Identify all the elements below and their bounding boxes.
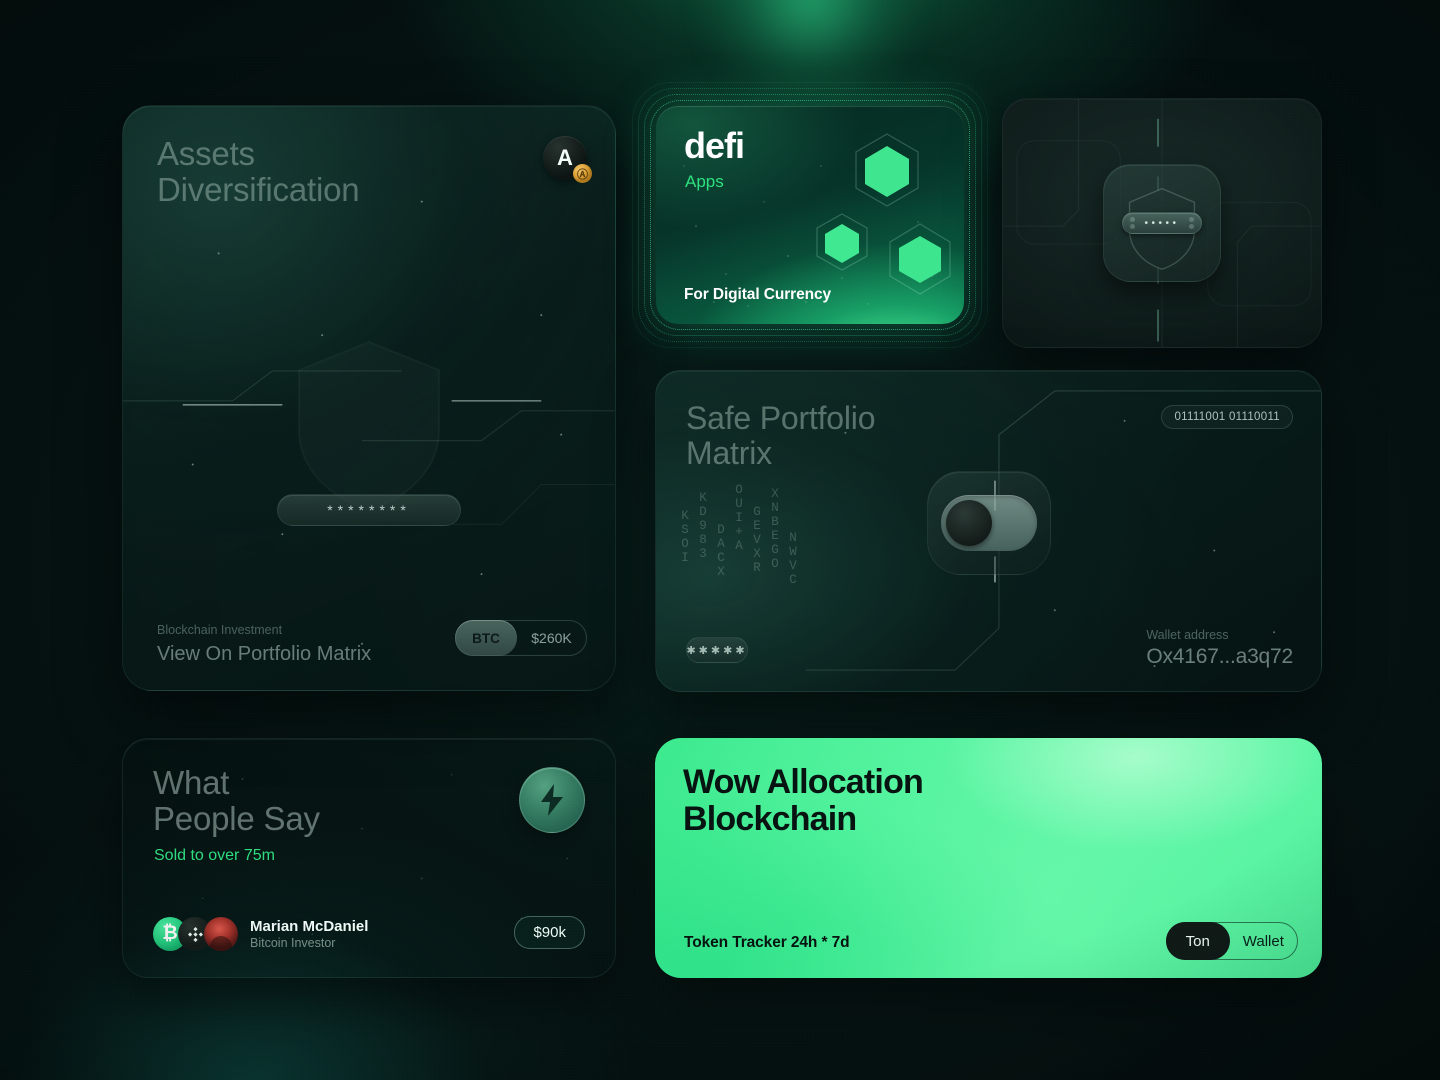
wallet-segment[interactable]: Wallet — [1230, 933, 1297, 950]
hardware-wallet-icon[interactable]: ••••• — [1103, 164, 1221, 282]
dashboard-canvas: Assets Diversification A Ⓐ ******** Bloc… — [0, 0, 1440, 1080]
defi-subtitle: Apps — [685, 172, 724, 191]
toggle-knob[interactable] — [945, 500, 992, 546]
ton-segment[interactable]: Ton — [1165, 922, 1230, 960]
badge-letter: A — [557, 145, 573, 170]
token-tracker-label: Token Tracker 24h * 7d — [684, 934, 850, 951]
assets-footer: Blockchain Investment View On Portfolio … — [157, 620, 587, 666]
security-toggle[interactable] — [940, 495, 1037, 551]
matrix-title: Safe Portfolio Matrix — [686, 400, 876, 472]
wallet-address-block: Wallet address Ox4167...a3q72 — [1146, 628, 1293, 669]
ton-wallet-toggle[interactable]: Ton Wallet — [1165, 922, 1298, 960]
rain-col: KD983 — [696, 491, 710, 561]
wow-title: Wow Allocation Blockchain — [683, 763, 924, 839]
sold-count-text: Sold to over 75m — [154, 847, 275, 864]
shield-watermark-icon — [298, 340, 440, 512]
security-toggle-housing — [926, 471, 1051, 575]
assets-diversification-card[interactable]: Assets Diversification A Ⓐ ******** Bloc… — [122, 105, 616, 691]
pin-dots: ••••• — [1144, 217, 1180, 229]
rain-col: DACX — [714, 523, 728, 579]
investor-name: Marian McDaniel — [250, 917, 369, 935]
defi-logo: defi — [684, 125, 745, 166]
amount-badge[interactable]: $90k — [514, 916, 585, 949]
page-title: Assets Diversification — [157, 135, 360, 208]
investor-role: Bitcoin Investor — [250, 936, 336, 951]
wallet-address-label: Wallet address — [1146, 628, 1229, 642]
testimonial-title: What People Say — [153, 764, 320, 838]
binary-badge: 01111001 01110011 — [1161, 405, 1293, 429]
binance-diamond-glyph — [187, 926, 203, 942]
btc-value-toggle[interactable]: BTC $260K — [455, 620, 587, 656]
rain-col: NWVC — [786, 531, 800, 587]
masked-pin-pill[interactable]: ✱✱✱✱✱ — [686, 637, 748, 663]
safe-portfolio-matrix-card[interactable]: Safe Portfolio Matrix 01111001 01110011 … — [655, 370, 1322, 692]
wallet-address-value[interactable]: Ox4167...a3q72 — [1146, 645, 1293, 669]
bolt-glyph — [541, 784, 563, 816]
badge-sub-coin-icon: Ⓐ — [573, 164, 592, 183]
secure-hardware-card[interactable]: ••••• — [1002, 98, 1322, 348]
rain-col: KSOI — [678, 509, 692, 565]
btc-value: $260K — [531, 630, 572, 646]
defi-apps-card-wrapper: defi Apps For Digital Currency — [632, 82, 988, 348]
rain-col: XNBEGO — [768, 487, 782, 571]
investor-row: ₿ Marian McDaniel Bitcoin Investor — [153, 917, 368, 951]
testimonial-card[interactable]: What People Say Sold to over 75m ₿ Maria… — [122, 738, 616, 978]
defi-tagline: For Digital Currency — [684, 286, 831, 303]
pin-entry-chip[interactable]: ••••• — [1122, 212, 1202, 234]
btc-segment[interactable]: BTC — [455, 620, 517, 656]
rain-col: GEVXR — [750, 505, 764, 575]
defi-apps-card[interactable]: defi Apps For Digital Currency — [656, 106, 964, 324]
avatar[interactable] — [204, 917, 238, 951]
aptos-coin-badge-icon[interactable]: A Ⓐ — [543, 136, 592, 183]
rain-col: OUI+A — [732, 483, 746, 553]
investor-identity: Marian McDaniel Bitcoin Investor — [250, 918, 368, 951]
password-field[interactable]: ******** — [277, 494, 461, 526]
wow-allocation-card[interactable]: Wow Allocation Blockchain Token Tracker … — [655, 738, 1322, 978]
lightning-bolt-icon[interactable] — [519, 767, 585, 833]
